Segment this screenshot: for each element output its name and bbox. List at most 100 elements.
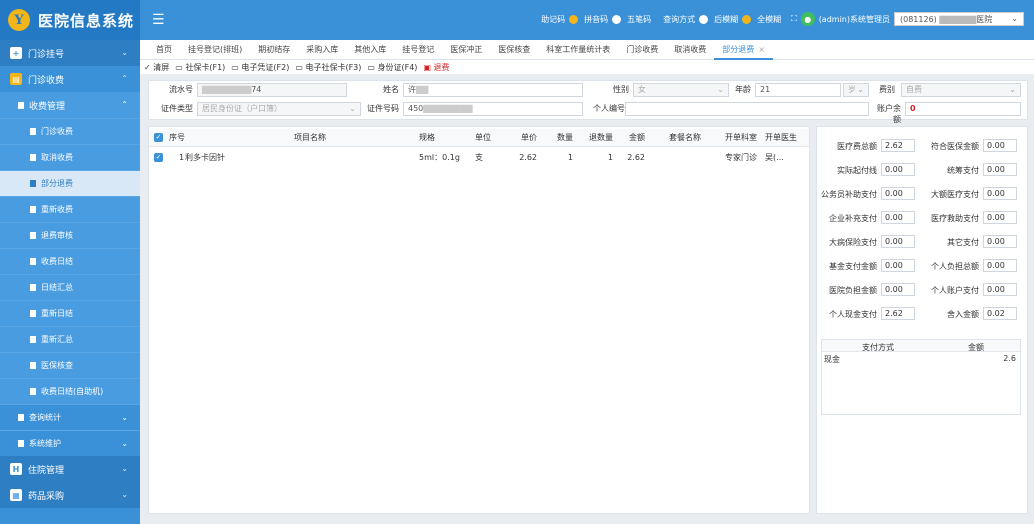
chevron-down-icon: ⌄ [857, 85, 864, 94]
id-no-field[interactable]: 450▇▇▇▇▇▇▇▇ [403, 102, 583, 116]
sidebar-item-settlement-summary[interactable]: 日结汇总 [0, 274, 140, 300]
tab-9[interactable]: 门诊收费 [618, 40, 666, 60]
nav-group-outpatient-registration[interactable]: + 门诊挂号 ⌄ [0, 40, 140, 66]
tab-6[interactable]: 医保冲正 [442, 40, 490, 60]
sidebar-item-label: 重新日结 [41, 309, 73, 318]
summary-label: 实际起付线 [837, 166, 877, 175]
radio-full-fuzzy[interactable] [742, 14, 752, 24]
radio-full-fuzzy-label: 全模糊 [757, 14, 782, 24]
summary-label: 基金支付金额 [829, 262, 877, 271]
nav-subgroup-system-maintenance[interactable]: 系统维护 ⌄ [0, 430, 140, 456]
age-value: 21 [760, 85, 771, 94]
select-all-checkbox[interactable]: ✓ [154, 133, 163, 142]
age-unit-select[interactable]: 岁 ⌄ [843, 83, 869, 97]
menu-toggle-icon[interactable]: ☰ [152, 12, 165, 28]
column-header[interactable]: 开单科室 [725, 129, 765, 147]
clear-button[interactable]: ✓ 清屏 [144, 62, 169, 73]
radio-pinyin-label: 拼音码 [584, 14, 609, 24]
sidebar-item-refund-review[interactable]: 退费审核 [0, 222, 140, 248]
payment-header: 支付方式 金额 [822, 340, 1020, 352]
column-header[interactable]: 退数量 [577, 129, 613, 147]
sidebar-item-kiosk-settlement[interactable]: 收费日结(自助机) [0, 378, 140, 404]
tab-2[interactable]: 期初结存 [250, 40, 298, 60]
tab-1[interactable]: 挂号登记(排班) [180, 40, 250, 60]
sidebar-item-outpatient-billing[interactable]: 门诊收费 [0, 118, 140, 144]
e-voucher-button[interactable]: ▭ 电子凭证(F2) [231, 62, 289, 73]
sidebar-item-cancel-billing[interactable]: 取消收费 [0, 144, 140, 170]
summary-value: 0.00 [983, 235, 1017, 248]
chevron-down-icon: ⌄ [121, 413, 128, 422]
personal-no-field[interactable] [625, 102, 869, 116]
avatar[interactable]: ● [800, 12, 815, 26]
id-no-label: 证件号码 [367, 104, 399, 113]
radio-wubi[interactable] [612, 14, 622, 24]
pay-method: 现金 [824, 355, 840, 364]
nav-subgroup-label: 系统维护 [29, 439, 61, 448]
radio-pinyin[interactable] [569, 14, 579, 24]
tab-11[interactable]: 部分退费 × [714, 40, 773, 60]
tab-10[interactable]: 取消收费 [666, 40, 714, 60]
refund-button[interactable]: ▣ 退费 [423, 62, 449, 73]
id-card-button[interactable]: ▭ 身份证(F4) [367, 62, 417, 73]
nav-subgroup-query-stats[interactable]: 查询统计 ⌄ [0, 404, 140, 430]
serial-field[interactable]: ▇▇▇▇▇▇▇▇74 [197, 83, 347, 97]
nav-group-inpatient[interactable]: H 住院管理 ⌄ [0, 456, 140, 482]
sidebar-item-partial-refund[interactable]: 部分退费 [0, 170, 140, 196]
doc-icon [30, 258, 36, 265]
sidebar-item-re-summary[interactable]: 重新汇总 [0, 326, 140, 352]
radio-suffix-fuzzy[interactable] [699, 14, 709, 24]
column-header[interactable]: 套餐名称 [647, 129, 723, 147]
nav-group-drug-purchase[interactable]: ▦ 药品采购 ⌄ [0, 482, 140, 508]
tab-0[interactable]: 首页 [148, 40, 180, 60]
name-field[interactable]: 许▇▇ [403, 83, 583, 97]
tab-4[interactable]: 其他入库 [346, 40, 394, 60]
social-card-button[interactable]: ▭ 社保卡(F1) [175, 62, 225, 73]
column-header[interactable]: 序号 [169, 129, 199, 147]
logo-mark-icon: Y [8, 9, 30, 31]
row-checkbox[interactable]: ✓ [154, 153, 163, 162]
id-no-value: 450 [408, 104, 424, 113]
tab-3[interactable]: 采购入库 [298, 40, 346, 60]
e-social-card-button[interactable]: ▭ 电子社保卡(F3) [295, 62, 361, 73]
payment-row[interactable]: 现金 2.6 [822, 352, 1020, 364]
summary-label: 其它支付 [947, 238, 979, 247]
summary-value: 0.02 [983, 307, 1017, 320]
column-header[interactable]: 开单医生 [765, 129, 809, 147]
column-header[interactable]: 金额 [617, 129, 645, 147]
tab-label: 科室工作量统计表 [546, 44, 611, 54]
tab-5[interactable]: 挂号登记 [394, 40, 442, 60]
sidebar-item-rebilling[interactable]: 重新收费 [0, 196, 140, 222]
nav-subgroup-billing-management[interactable]: 收费管理 ⌃ [0, 92, 140, 118]
sidebar-item-label: 日结汇总 [41, 283, 73, 292]
fee-type-select[interactable]: 自费 ⌄ [901, 83, 1021, 97]
column-header[interactable]: 单价 [505, 129, 537, 147]
age-field[interactable]: 21 [755, 83, 841, 97]
sidebar-item-daily-settlement[interactable]: 收费日结 [0, 248, 140, 274]
sidebar-item-re-settle[interactable]: 重新日结 [0, 300, 140, 326]
name-value: 许 [408, 85, 416, 94]
nav-group-outpatient-billing[interactable]: ▤ 门诊收费 ⌃ [0, 66, 140, 92]
search-mode-label: 助记码 [541, 14, 566, 24]
gender-select[interactable]: 女 ⌄ [633, 83, 729, 97]
sidebar-item-insurance-check[interactable]: 医保核查 [0, 352, 140, 378]
table-row[interactable]: ✓ 1 利多卡因针 5ml：0.1g 支 2.62 1 1 2.62 专家门诊 吴(... [149, 149, 809, 167]
fullscreen-icon[interactable]: ⛶ [791, 14, 797, 24]
column-header[interactable]: 项目名称 [205, 129, 415, 147]
column-header[interactable]: 规格 [419, 129, 469, 147]
column-header[interactable]: 数量 [539, 129, 573, 147]
hospital-select[interactable]: (081126) ▇▇▇▇▇▇医院 ⌄ [894, 12, 1024, 26]
user-name[interactable]: (admin)系统管理员 [819, 14, 890, 25]
nav-subgroup-label: 查询统计 [29, 413, 61, 422]
hospital-icon: H [10, 463, 22, 475]
summary-value: 0.00 [983, 187, 1017, 200]
id-type-select[interactable]: 居民身份证（户口簿） ⌄ [197, 102, 361, 116]
summary-label: 医疗救助支付 [931, 214, 979, 223]
column-header[interactable]: 单位 [475, 129, 503, 147]
chevron-down-icon: ⌄ [121, 464, 128, 473]
doc-icon [30, 180, 36, 187]
table-cell: 2.62 [627, 153, 645, 162]
tab-7[interactable]: 医保核查 [490, 40, 538, 60]
sidebar-item-label: 取消收费 [41, 153, 73, 162]
close-icon[interactable]: × [758, 45, 765, 54]
tab-8[interactable]: 科室工作量统计表 [538, 40, 618, 60]
